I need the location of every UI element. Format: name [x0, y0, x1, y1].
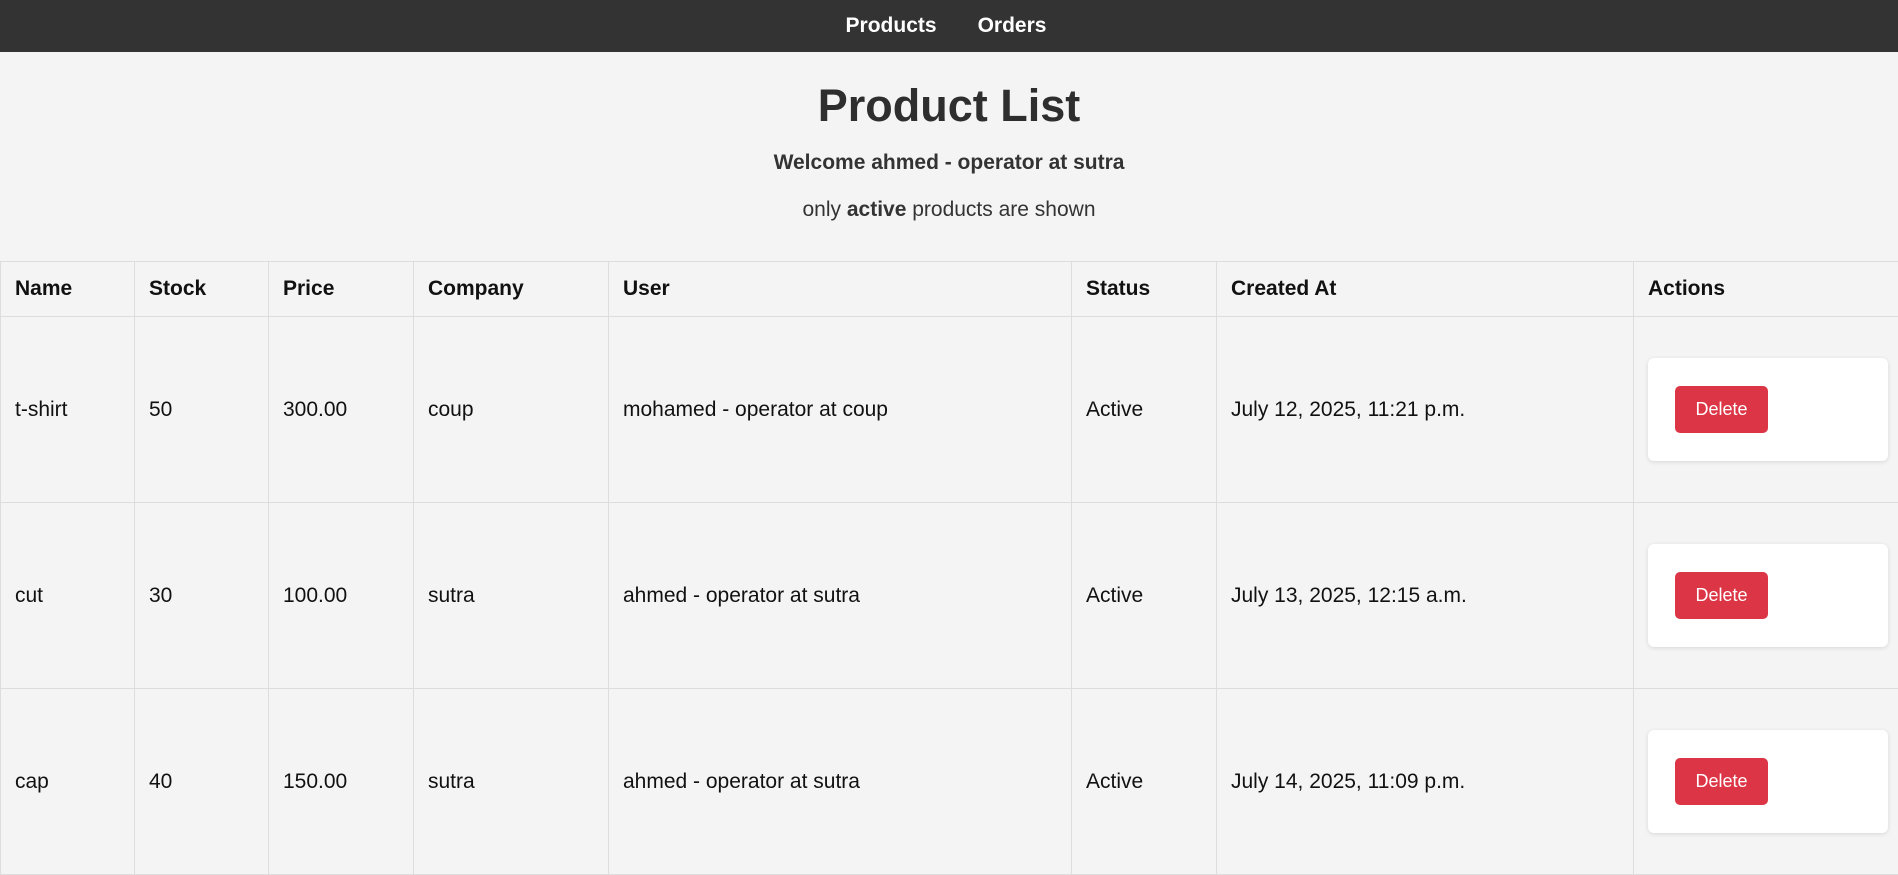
column-header-user: User — [609, 262, 1072, 317]
cell-company: sutra — [414, 689, 609, 875]
cell-price: 300.00 — [269, 317, 414, 503]
cell-price: 150.00 — [269, 689, 414, 875]
cell-price: 100.00 — [269, 503, 414, 689]
action-card: Delete — [1648, 544, 1888, 647]
cell-status: Active — [1072, 503, 1217, 689]
cell-company: sutra — [414, 503, 609, 689]
notice-prefix: only — [802, 198, 846, 221]
cell-stock: 30 — [135, 503, 269, 689]
column-header-name: Name — [1, 262, 135, 317]
cell-actions: Delete — [1634, 503, 1898, 689]
table-row: cap 40 150.00 sutra ahmed - operator at … — [1, 689, 1898, 875]
cell-stock: 50 — [135, 317, 269, 503]
filter-notice: only active products are shown — [0, 198, 1898, 222]
cell-created-at: July 12, 2025, 11:21 p.m. — [1217, 317, 1634, 503]
cell-status: Active — [1072, 317, 1217, 503]
column-header-company: Company — [414, 262, 609, 317]
cell-name: cap — [1, 689, 135, 875]
nav-link-orders[interactable]: Orders — [978, 14, 1047, 38]
welcome-message: Welcome ahmed - operator at sutra — [0, 151, 1898, 175]
column-header-stock: Stock — [135, 262, 269, 317]
table-header-row: Name Stock Price Company User Status Cre… — [1, 262, 1898, 317]
delete-button[interactable]: Delete — [1675, 386, 1768, 433]
column-header-status: Status — [1072, 262, 1217, 317]
column-header-actions: Actions — [1634, 262, 1898, 317]
nav-link-products[interactable]: Products — [846, 14, 937, 38]
cell-stock: 40 — [135, 689, 269, 875]
action-card: Delete — [1648, 730, 1888, 833]
cell-actions: Delete — [1634, 317, 1898, 503]
top-navbar: Products Orders — [0, 0, 1898, 52]
product-table: Name Stock Price Company User Status Cre… — [0, 261, 1898, 875]
delete-button[interactable]: Delete — [1675, 572, 1768, 619]
column-header-created-at: Created At — [1217, 262, 1634, 317]
cell-user: mohamed - operator at coup — [609, 317, 1072, 503]
cell-name: t-shirt — [1, 317, 135, 503]
cell-created-at: July 14, 2025, 11:09 p.m. — [1217, 689, 1634, 875]
notice-suffix: products are shown — [906, 198, 1095, 221]
action-card: Delete — [1648, 358, 1888, 461]
cell-actions: Delete — [1634, 689, 1898, 875]
delete-button[interactable]: Delete — [1675, 758, 1768, 805]
table-row: t-shirt 50 300.00 coup mohamed - operato… — [1, 317, 1898, 503]
cell-status: Active — [1072, 689, 1217, 875]
cell-user: ahmed - operator at sutra — [609, 503, 1072, 689]
notice-active-word: active — [847, 198, 907, 221]
page-title: Product List — [0, 80, 1898, 132]
column-header-price: Price — [269, 262, 414, 317]
cell-company: coup — [414, 317, 609, 503]
table-row: cut 30 100.00 sutra ahmed - operator at … — [1, 503, 1898, 689]
cell-name: cut — [1, 503, 135, 689]
cell-user: ahmed - operator at sutra — [609, 689, 1072, 875]
cell-created-at: July 13, 2025, 12:15 a.m. — [1217, 503, 1634, 689]
